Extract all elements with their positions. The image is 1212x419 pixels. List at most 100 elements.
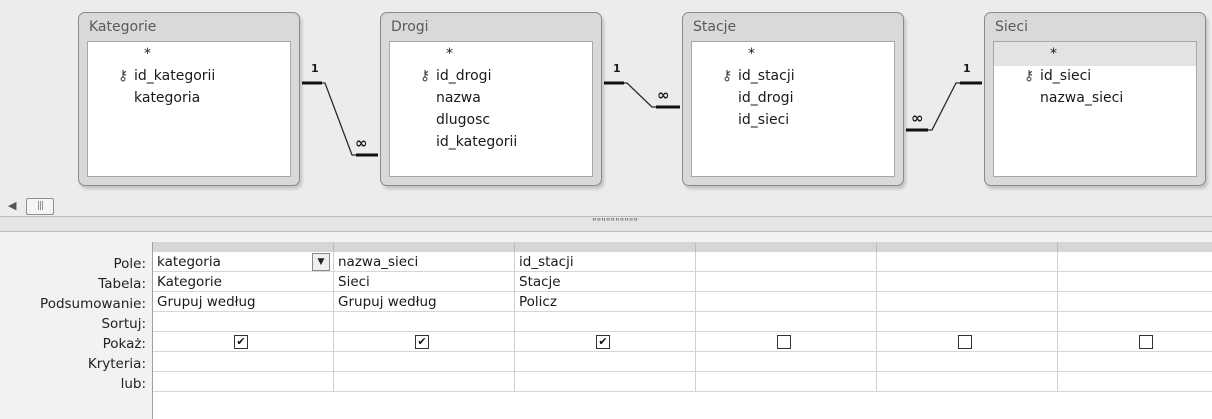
relationship-one-label: 1 <box>311 62 319 75</box>
table-title[interactable]: Kategorie <box>85 13 293 41</box>
query-design-diagram: Kategorie * ⚷ id_kategorii kategoria Dro… <box>0 0 1212 196</box>
field-name: id_stacji <box>738 68 795 84</box>
table-cell[interactable]: Stacje <box>515 272 696 292</box>
horizontal-scrollbar[interactable]: ◀ ||| <box>0 196 1212 216</box>
table-cell[interactable] <box>1058 272 1212 292</box>
table-cell[interactable]: Sieci <box>334 272 515 292</box>
field-list[interactable]: * ⚷ id_drogi nazwa dlugosc id_kategorii <box>389 41 593 177</box>
field-item[interactable]: nazwa <box>390 86 592 110</box>
total-cell[interactable]: Grupuj według <box>334 292 515 312</box>
field-name: id_sieci <box>1040 68 1092 84</box>
criteria-cell[interactable] <box>696 352 877 372</box>
total-cell[interactable]: Grupuj według <box>153 292 334 312</box>
show-cell[interactable] <box>877 332 1058 352</box>
or-cell[interactable] <box>153 372 334 392</box>
table-title[interactable]: Drogi <box>387 13 595 41</box>
column-selector[interactable] <box>877 242 1058 252</box>
table-cell[interactable] <box>877 272 1058 292</box>
table-title[interactable]: Stacje <box>689 13 897 41</box>
show-cell[interactable]: ✔ <box>334 332 515 352</box>
show-checkbox[interactable]: ✔ <box>234 335 248 349</box>
field-item[interactable]: ⚷ id_sieci <box>994 64 1196 88</box>
table-cell[interactable]: Kategorie <box>153 272 334 292</box>
column-selector[interactable] <box>153 242 334 252</box>
table-box-drogi[interactable]: Drogi * ⚷ id_drogi nazwa dlugosc id_kate… <box>380 12 602 186</box>
column-selector[interactable] <box>1058 242 1212 252</box>
row-label-criteria: Kryteria: <box>87 356 146 372</box>
field-list[interactable]: * ⚷ id_sieci nazwa_sieci <box>993 41 1197 177</box>
total-cell[interactable]: Policz <box>515 292 696 312</box>
total-cell[interactable] <box>877 292 1058 312</box>
sort-cell[interactable] <box>696 312 877 332</box>
sort-cell[interactable] <box>153 312 334 332</box>
field-star[interactable]: * <box>994 42 1196 66</box>
total-cell[interactable] <box>1058 292 1212 312</box>
show-checkbox[interactable] <box>1139 335 1153 349</box>
or-cell[interactable] <box>1058 372 1212 392</box>
column-selector[interactable] <box>696 242 877 252</box>
show-cell[interactable] <box>1058 332 1212 352</box>
sort-cell[interactable] <box>515 312 696 332</box>
field-item[interactable]: ⚷ id_kategorii <box>88 64 290 88</box>
field-item[interactable]: kategoria <box>88 86 290 110</box>
row-label-show: Pokaż: <box>102 336 146 352</box>
or-cell[interactable] <box>334 372 515 392</box>
field-cell[interactable] <box>877 252 1058 272</box>
total-cell[interactable] <box>696 292 877 312</box>
table-title[interactable]: Sieci <box>991 13 1199 41</box>
table-box-sieci[interactable]: Sieci * ⚷ id_sieci nazwa_sieci <box>984 12 1206 186</box>
key-icon: ⚷ <box>1024 68 1035 84</box>
sort-cell[interactable] <box>877 312 1058 332</box>
table-box-kategorie[interactable]: Kategorie * ⚷ id_kategorii kategoria <box>78 12 300 186</box>
chevron-down-icon[interactable]: ▼ <box>312 253 330 271</box>
table-cell[interactable] <box>696 272 877 292</box>
relationship-one-label: 1 <box>963 62 971 75</box>
criteria-cell[interactable] <box>334 352 515 372</box>
field-cell[interactable] <box>696 252 877 272</box>
relationship-many-label: ∞ <box>355 134 368 152</box>
column-selector[interactable] <box>334 242 515 252</box>
show-cell[interactable]: ✔ <box>153 332 334 352</box>
field-item[interactable]: ⚷ id_drogi <box>390 64 592 88</box>
criteria-cell[interactable] <box>515 352 696 372</box>
show-checkbox[interactable]: ✔ <box>596 335 610 349</box>
relationship-many-label: ∞ <box>911 109 924 127</box>
criteria-cell[interactable] <box>877 352 1058 372</box>
field-item[interactable]: id_sieci <box>692 108 894 132</box>
show-checkbox[interactable] <box>958 335 972 349</box>
field-cell[interactable]: id_stacji <box>515 252 696 272</box>
field-list[interactable]: * ⚷ id_stacji id_drogi id_sieci <box>691 41 895 177</box>
or-cell[interactable] <box>877 372 1058 392</box>
pane-splitter[interactable]: """""""""" <box>0 216 1212 232</box>
arrow-left-icon[interactable]: ◀ <box>8 199 16 212</box>
field-star[interactable]: * <box>88 42 290 66</box>
table-box-stacje[interactable]: Stacje * ⚷ id_stacji id_drogi id_sieci <box>682 12 904 186</box>
show-cell[interactable]: ✔ <box>515 332 696 352</box>
key-icon: ⚷ <box>118 68 129 84</box>
relationship-one-label: 1 <box>613 62 621 75</box>
field-cell[interactable] <box>1058 252 1212 272</box>
show-cell[interactable] <box>696 332 877 352</box>
or-cell[interactable] <box>696 372 877 392</box>
column-selector[interactable] <box>515 242 696 252</box>
field-cell[interactable]: kategoria <box>153 252 334 272</box>
field-list[interactable]: * ⚷ id_kategorii kategoria <box>87 41 291 177</box>
field-item[interactable]: id_kategorii <box>390 130 592 154</box>
criteria-cell[interactable] <box>153 352 334 372</box>
field-star[interactable]: * <box>692 42 894 66</box>
field-cell[interactable]: nazwa_sieci <box>334 252 515 272</box>
scroll-thumb[interactable]: ||| <box>26 198 54 215</box>
or-cell[interactable] <box>515 372 696 392</box>
criteria-cell[interactable] <box>1058 352 1212 372</box>
row-label-table: Tabela: <box>98 276 146 292</box>
show-checkbox[interactable] <box>777 335 791 349</box>
field-star[interactable]: * <box>390 42 592 66</box>
splitter-grip[interactable]: """""""""" <box>592 217 638 229</box>
show-checkbox[interactable]: ✔ <box>415 335 429 349</box>
field-item[interactable]: nazwa_sieci <box>994 86 1196 110</box>
sort-cell[interactable] <box>334 312 515 332</box>
field-item[interactable]: dlugosc <box>390 108 592 132</box>
field-item[interactable]: ⚷ id_stacji <box>692 64 894 88</box>
field-item[interactable]: id_drogi <box>692 86 894 110</box>
sort-cell[interactable] <box>1058 312 1212 332</box>
